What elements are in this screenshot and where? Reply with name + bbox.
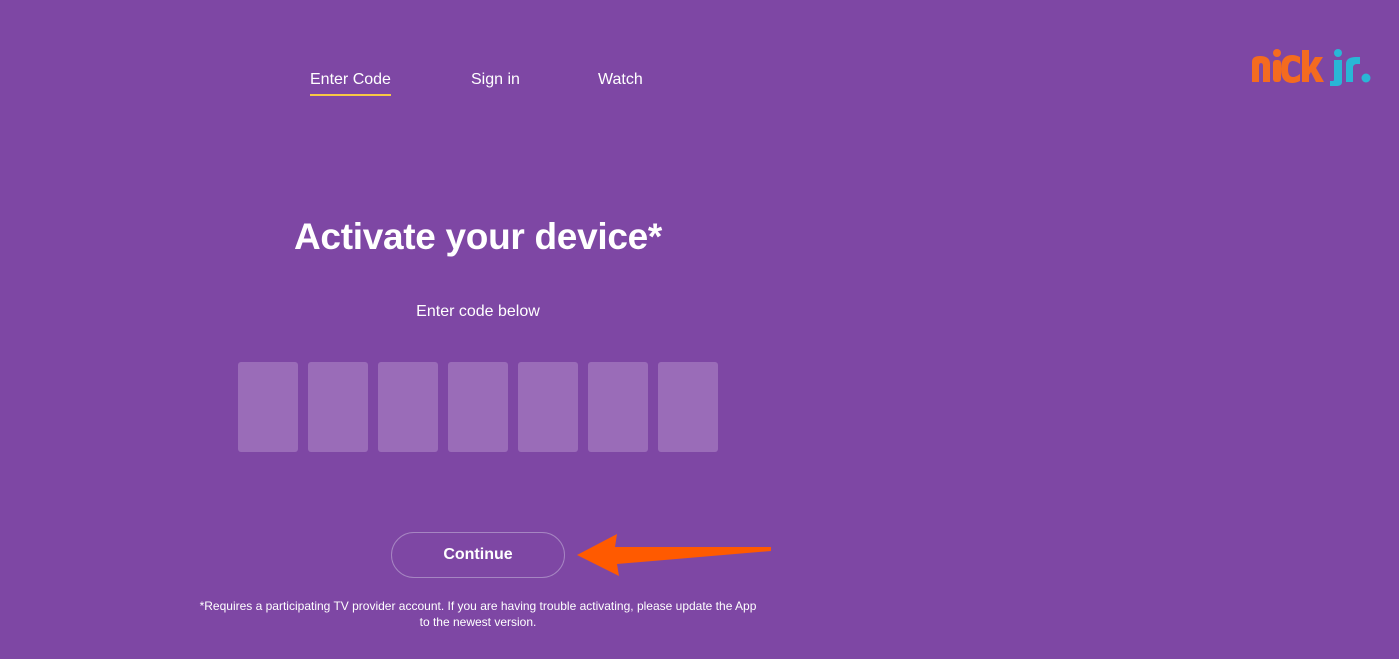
code-digit-7[interactable] xyxy=(658,362,718,452)
arrow-left-icon xyxy=(577,534,771,576)
footnote-line-2: to the newest version. xyxy=(419,615,537,629)
page-title: Activate your device* xyxy=(294,216,662,257)
code-digit-2[interactable] xyxy=(308,362,368,452)
footnote: *Requires a participating TV provider ac… xyxy=(178,598,778,630)
footnote-line-1: *Requires a participating TV provider ac… xyxy=(199,599,757,613)
code-digit-1[interactable] xyxy=(238,362,298,452)
code-digit-4[interactable] xyxy=(448,362,508,452)
tab-watch[interactable]: Watch xyxy=(598,70,643,94)
code-digit-5[interactable] xyxy=(518,362,578,452)
nick-jr-logo[interactable] xyxy=(1250,48,1380,86)
tab-enter-code[interactable]: Enter Code xyxy=(310,70,391,96)
code-digit-6[interactable] xyxy=(588,362,648,452)
code-digit-3[interactable] xyxy=(378,362,438,452)
tab-sign-in[interactable]: Sign in xyxy=(471,70,520,94)
continue-button[interactable]: Continue xyxy=(391,532,565,578)
code-input-group xyxy=(238,362,718,452)
code-instruction: Enter code below xyxy=(416,303,540,320)
